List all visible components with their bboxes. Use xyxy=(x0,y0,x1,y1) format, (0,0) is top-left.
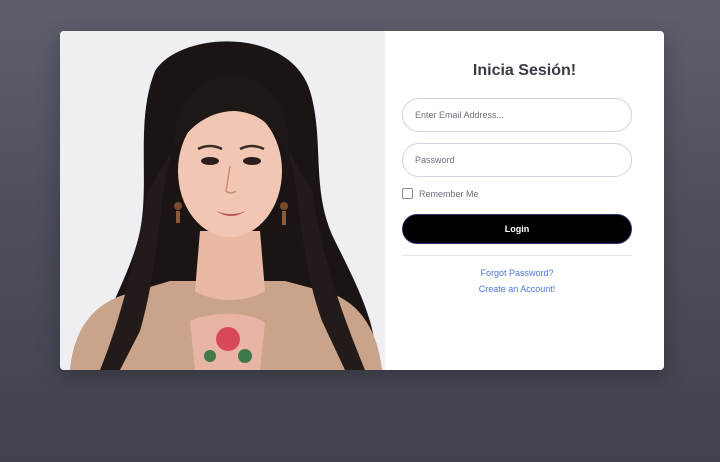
login-title: Inicia Sesión! xyxy=(472,62,577,79)
remember-me[interactable]: Remember Me xyxy=(402,188,479,199)
login-card: Inicia Sesión! Remember Me Login Forgot … xyxy=(60,31,664,370)
email-input[interactable] xyxy=(402,98,632,132)
remember-label: Remember Me xyxy=(419,188,479,199)
portrait-photo xyxy=(60,31,385,370)
remember-checkbox[interactable] xyxy=(402,188,413,199)
divider xyxy=(402,255,632,256)
create-account-link[interactable]: Create an Account! xyxy=(385,284,649,294)
forgot-password-link[interactable]: Forgot Password? xyxy=(385,268,649,278)
login-form-panel: Inicia Sesión! Remember Me Login Forgot … xyxy=(385,31,664,370)
login-button[interactable]: Login xyxy=(402,214,632,244)
password-input[interactable] xyxy=(402,143,632,177)
